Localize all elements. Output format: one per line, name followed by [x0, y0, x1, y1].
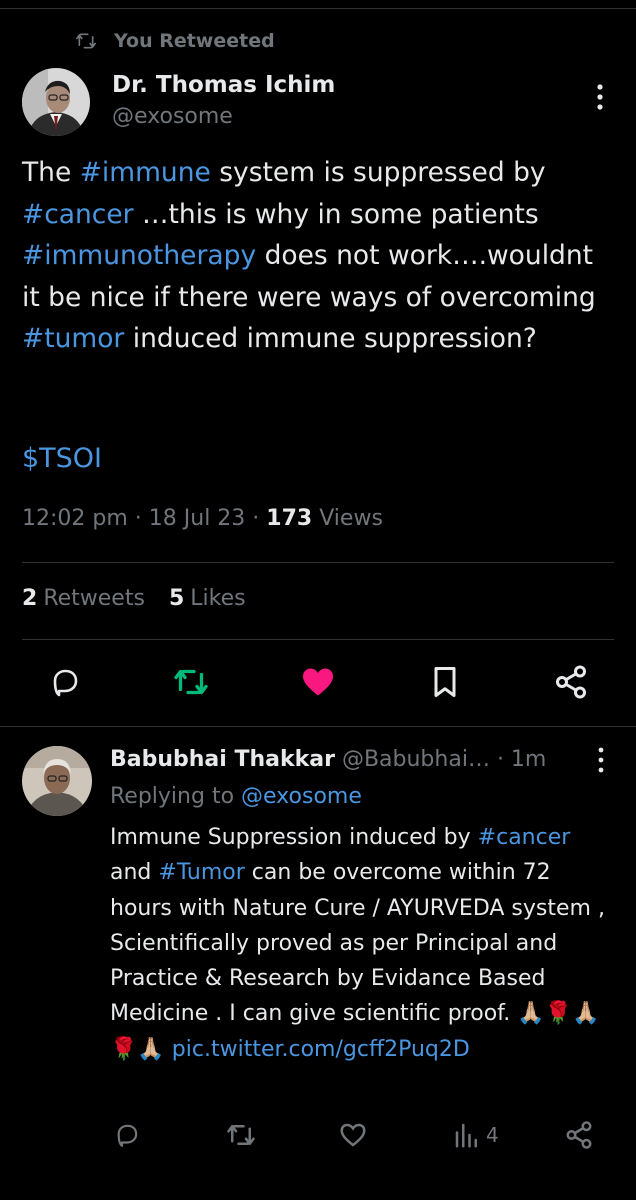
retweets-count: 2 — [22, 586, 38, 611]
separator: · — [127, 506, 149, 531]
reply-button[interactable] — [47, 664, 83, 700]
divider — [22, 639, 614, 640]
reply-bubble-icon — [53, 669, 78, 697]
reply-author-handle[interactable]: @Babubhai… — [342, 747, 490, 772]
separator: · — [245, 506, 267, 531]
hashtag-cancer[interactable]: #cancer — [478, 825, 571, 850]
reply-text: Immune Suppression induced by #cancer an… — [110, 820, 615, 1067]
likes-stat[interactable]: 5 Likes — [169, 586, 246, 611]
more-vertical-icon[interactable] — [588, 746, 614, 774]
replying-label: Replying to — [110, 784, 242, 809]
hashtag-tumor[interactable]: #Tumor — [158, 860, 244, 885]
share-button[interactable] — [553, 664, 589, 700]
author-avatar[interactable] — [22, 68, 90, 136]
hashtag-immunotherapy[interactable]: #immunotherapy — [22, 240, 256, 271]
tweet-text: The #immune system is suppressed by #can… — [22, 152, 602, 360]
reply-author-avatar[interactable] — [22, 746, 92, 816]
reply-views-button[interactable]: 4 — [452, 1119, 499, 1151]
reply-like-button[interactable] — [338, 1119, 368, 1151]
hashtag-tumor[interactable]: #tumor — [22, 323, 124, 354]
reply-bubble-icon — [117, 1124, 138, 1147]
likes-label: Likes — [190, 586, 246, 611]
hashtag-cancer[interactable]: #cancer — [22, 199, 134, 230]
analytics-icon — [455, 1123, 477, 1148]
text-segment: Immune Suppression induced by — [110, 825, 478, 850]
cashtag-link[interactable]: $TSOI — [22, 443, 102, 474]
engagement-stats: 2 Retweets 5 Likes — [22, 586, 246, 611]
reply-views-count: 4 — [486, 1123, 499, 1147]
author-name[interactable]: Dr. Thomas Ichim — [112, 70, 335, 100]
like-button[interactable] — [300, 664, 336, 700]
text-segment: …this is why in some patients — [133, 198, 539, 230]
text-segment: induced immune suppression? — [124, 323, 537, 354]
reply-retweet-button[interactable] — [226, 1119, 256, 1151]
bookmark-button[interactable] — [427, 664, 463, 700]
text-segment: The — [22, 157, 80, 188]
divider — [0, 726, 636, 727]
retweet-icon — [76, 33, 96, 49]
reply-time[interactable]: · 1m — [497, 747, 546, 772]
share-icon — [556, 665, 586, 699]
retweets-stat[interactable]: 2 Retweets — [22, 586, 145, 611]
top-divider — [0, 8, 636, 9]
heart-filled-icon — [303, 668, 333, 696]
retweet-button[interactable] — [173, 664, 209, 700]
reply-reply-button[interactable] — [112, 1119, 142, 1151]
retweet-banner: You Retweeted — [76, 27, 275, 55]
views-count: 173 — [266, 506, 313, 531]
tweet-time[interactable]: 12:02 pm — [22, 506, 128, 531]
reply-author-name[interactable]: Babubhai Thakkar — [110, 747, 335, 772]
more-vertical-icon[interactable] — [587, 82, 613, 112]
retweet-icon — [174, 669, 208, 695]
text-segment: system is suppressed by — [210, 157, 546, 188]
tweet-date[interactable]: 18 Jul 23 — [149, 506, 246, 531]
tweet-metadata: 12:02 pm · 18 Jul 23 · 173 Views — [22, 506, 383, 531]
reply-header: Babubhai Thakkar @Babubhai… · 1m — [110, 743, 546, 777]
text-segment: can be overcome within 72 hours with Nat… — [110, 860, 605, 1062]
share-icon — [566, 1121, 592, 1149]
retweet-banner-label: You Retweeted — [114, 30, 275, 52]
views-label: Views — [319, 506, 383, 531]
replying-handle-link[interactable]: @exosome — [241, 784, 362, 809]
replying-to: Replying to @exosome — [110, 781, 362, 813]
media-link[interactable]: pic.twitter.com/gcff2Puq2D — [172, 1037, 470, 1062]
reply-share-button[interactable] — [564, 1119, 594, 1151]
divider — [22, 562, 614, 563]
bookmark-icon — [434, 667, 456, 697]
likes-count: 5 — [168, 586, 185, 611]
hashtag-immune[interactable]: #immune — [80, 157, 211, 188]
heart-outline-icon — [340, 1123, 366, 1147]
author-handle[interactable]: @exosome — [112, 102, 335, 132]
retweet-icon — [227, 1125, 255, 1145]
retweets-label: Retweets — [43, 586, 145, 611]
text-segment: and — [110, 860, 159, 886]
